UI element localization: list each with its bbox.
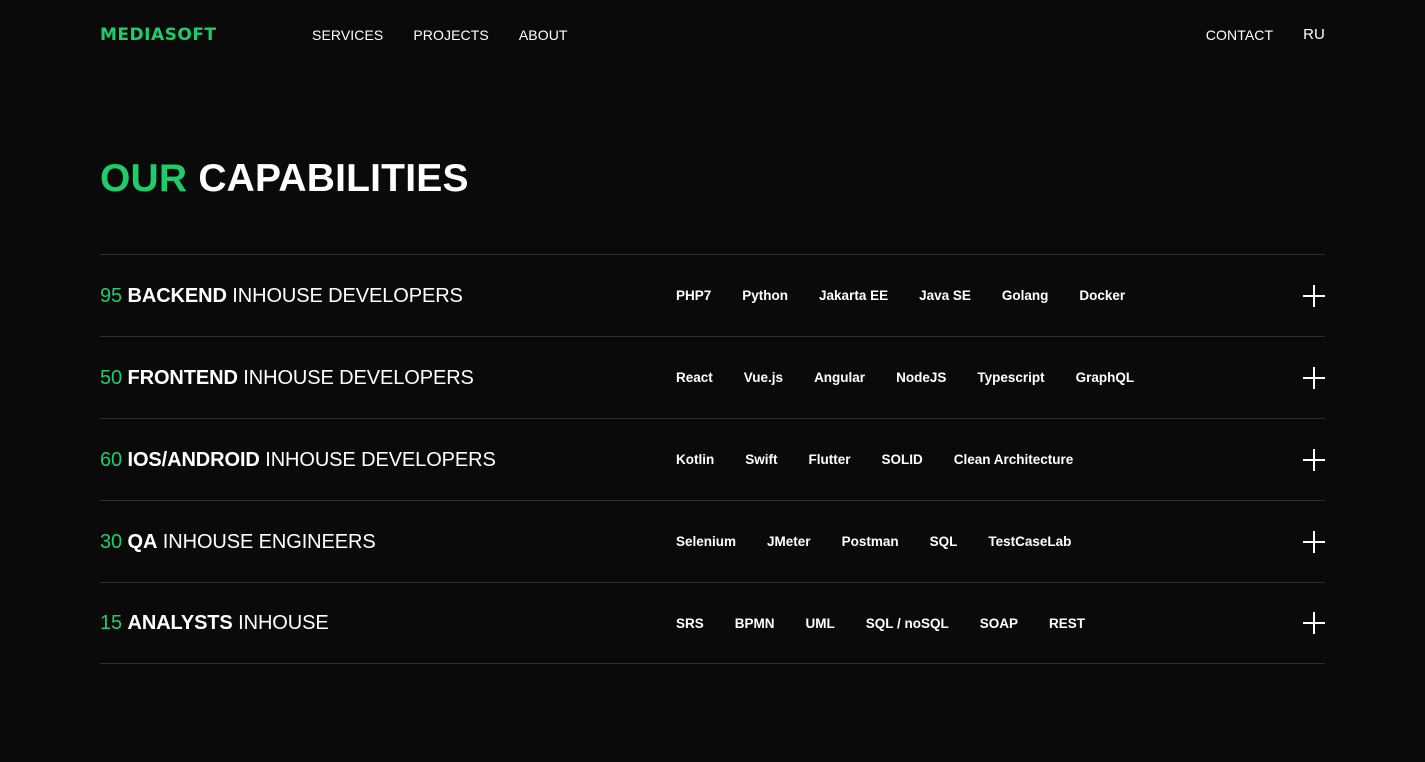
- capability-title: 50 FRONTEND INHOUSE DEVELOPERS: [100, 366, 676, 390]
- tech-tags: Selenium JMeter Postman SQL TestCaseLab: [676, 534, 1071, 549]
- language-switch[interactable]: RU: [1303, 27, 1325, 43]
- developer-count: 50: [100, 366, 123, 389]
- tech-tag: Swift: [745, 452, 778, 467]
- tech-tag: Jakarta EE: [819, 288, 889, 303]
- nav-item-services[interactable]: SERVICES: [312, 27, 383, 43]
- nav-item-projects[interactable]: PROJECTS: [413, 27, 488, 43]
- tech-tag: SRS: [676, 615, 704, 631]
- capability-descriptor: INHOUSE DEVELOPERS: [232, 284, 463, 307]
- capability-area: QA: [127, 530, 158, 553]
- tech-tag: Clean Architecture: [953, 452, 1074, 467]
- title-rest: CAPABILITIES: [198, 157, 469, 200]
- tech-tag: REST: [1049, 615, 1086, 631]
- page: MEDIASOFT SERVICES PROJECTS ABOUT CONTAC…: [0, 0, 1425, 762]
- capability-row[interactable]: 15 ANALYSTS INHOUSE SRS BPMN UML SQL / noSQL…: [100, 582, 1325, 664]
- tech-tag: GraphQL: [1075, 370, 1135, 385]
- tech-tag: Docker: [1079, 288, 1126, 303]
- capability-area: BACKEND: [127, 284, 227, 307]
- capability-area: FRONTEND: [127, 366, 238, 389]
- capability-title: 95 BACKEND INHOUSE DEVELOPERS: [100, 284, 676, 308]
- capability-descriptor: INHOUSE ENGINEERS: [162, 530, 376, 553]
- tech-tags: React Vue.js Angular NodeJS Typescript GraphQ…: [676, 370, 1134, 385]
- plus-icon[interactable]: [1303, 530, 1325, 553]
- title-accent: OUR: [100, 157, 188, 200]
- tech-tag: Vue.js: [743, 370, 784, 385]
- capability-area: IOS/ANDROID: [127, 448, 260, 471]
- main-nav: SERVICES PROJECTS ABOUT: [312, 27, 568, 43]
- tech-tag: UML: [805, 615, 835, 631]
- tech-tag: NodeJS: [896, 370, 947, 385]
- capability-row[interactable]: 50 FRONTEND INHOUSE DEVELOPERS React Vue.j…: [100, 336, 1325, 418]
- plus-icon[interactable]: [1303, 612, 1325, 634]
- capability-title: 60 IOS/ANDROID INHOUSE DEVELOPERS: [100, 448, 676, 472]
- tech-tag: SQL / noSQL: [865, 615, 949, 631]
- capabilities-list: 95 BACKEND INHOUSE DEVELOPERS PHP7 Python J…: [100, 254, 1325, 664]
- tech-tag: SOLID: [881, 452, 923, 467]
- capability-row[interactable]: 95 BACKEND INHOUSE DEVELOPERS PHP7 Python J…: [100, 254, 1325, 336]
- capability-descriptor: INHOUSE: [238, 612, 329, 634]
- tech-tag: Typescript: [977, 370, 1045, 385]
- tech-tags: SRS BPMN UML SQL / noSQL SOAP REST: [676, 616, 1085, 631]
- tech-tag: Flutter: [808, 452, 851, 467]
- tech-tag: BPMN: [734, 615, 775, 631]
- plus-icon[interactable]: [1303, 284, 1325, 307]
- tech-tag: Python: [742, 288, 789, 303]
- capability-descriptor: INHOUSE DEVELOPERS: [243, 366, 474, 389]
- tech-tag: PHP7: [676, 288, 712, 303]
- nav-item-contact[interactable]: CONTACT: [1206, 27, 1273, 43]
- capability-area: ANALYSTS: [127, 612, 233, 634]
- tech-tag: SOAP: [979, 615, 1019, 631]
- developer-count: 15: [100, 612, 123, 634]
- tech-tag: JMeter: [767, 534, 811, 549]
- capability-row[interactable]: 60 IOS/ANDROID INHOUSE DEVELOPERS Kotlin S…: [100, 418, 1325, 500]
- tech-tag: Selenium: [676, 534, 737, 549]
- tech-tag: TestCaseLab: [988, 534, 1072, 549]
- tech-tags: Kotlin Swift Flutter SOLID Clean Architectur…: [676, 452, 1073, 467]
- tech-tag: React: [676, 370, 713, 385]
- capability-descriptor: INHOUSE DEVELOPERS: [265, 448, 496, 471]
- capability-title: 15 ANALYSTS INHOUSE: [100, 611, 676, 635]
- tech-tag: Java SE: [919, 288, 971, 303]
- plus-icon[interactable]: [1303, 448, 1325, 471]
- right-nav: CONTACT RU: [1206, 27, 1325, 44]
- developer-count: 30: [100, 530, 123, 553]
- page-title: OUR CAPABILITIES: [100, 157, 469, 201]
- plus-icon[interactable]: [1303, 366, 1325, 389]
- logo[interactable]: MEDIASOFT: [100, 26, 217, 44]
- tech-tag: SQL: [929, 534, 958, 549]
- tech-tag: Postman: [841, 534, 899, 549]
- capability-row[interactable]: 30 QA INHOUSE ENGINEERS Selenium JMeter Pos…: [100, 500, 1325, 582]
- developer-count: 95: [100, 284, 123, 307]
- tech-tag: Kotlin: [676, 452, 715, 467]
- tech-tag: Golang: [1001, 288, 1049, 303]
- developer-count: 60: [100, 448, 123, 471]
- capability-title: 30 QA INHOUSE ENGINEERS: [100, 530, 676, 554]
- tech-tags: PHP7 Python Jakarta EE Java SE Golang Docker: [676, 288, 1125, 303]
- nav-item-about[interactable]: ABOUT: [519, 27, 568, 43]
- tech-tag: Angular: [814, 370, 866, 385]
